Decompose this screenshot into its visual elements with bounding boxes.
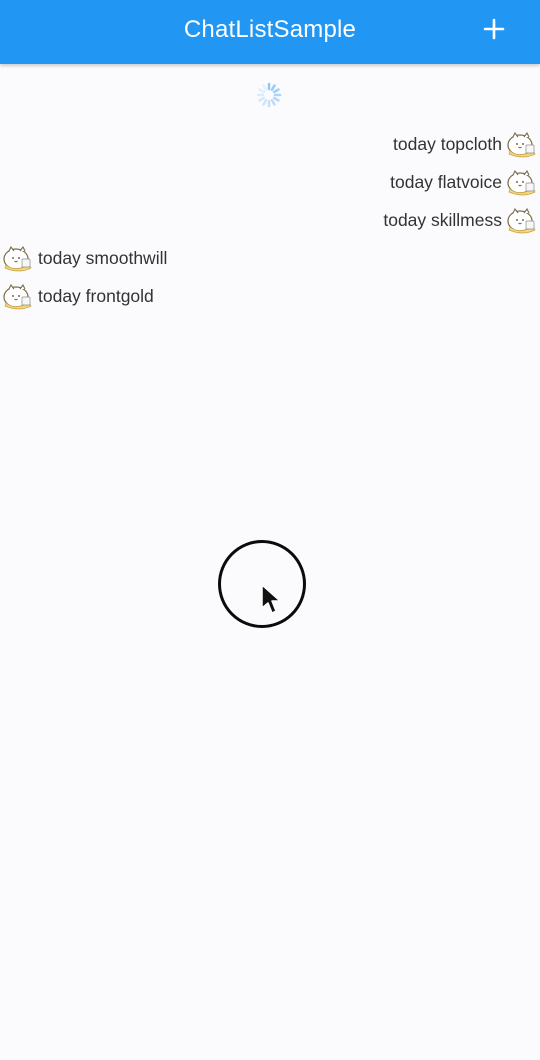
chat-list-screen: ChatListSample today topcloth today flat… xyxy=(0,0,540,1060)
message-item: today smoothwill xyxy=(2,243,167,273)
message-item: today skillmess xyxy=(383,205,538,235)
message-item: today frontgold xyxy=(2,281,154,311)
plus-icon xyxy=(483,18,505,40)
cat-avatar-icon xyxy=(3,245,32,272)
cat-avatar-icon xyxy=(507,131,536,158)
message-text: today topcloth xyxy=(393,133,502,154)
add-message-button[interactable] xyxy=(482,17,506,41)
page-title: ChatListSample xyxy=(183,16,357,43)
message-text: today smoothwill xyxy=(38,247,168,268)
message-item: today topcloth xyxy=(393,129,538,159)
cat-avatar-icon xyxy=(3,283,32,310)
message-text: today flatvoice xyxy=(390,171,502,192)
message-item: today flatvoice xyxy=(390,167,538,197)
mouse-pointer-icon xyxy=(261,584,281,614)
message-text: today skillmess xyxy=(383,209,502,230)
loading-spinner-icon xyxy=(256,82,282,108)
spinner-graphic xyxy=(256,82,282,108)
message-text: today frontgold xyxy=(38,285,154,306)
cat-avatar-icon xyxy=(507,207,536,234)
cat-avatar-icon xyxy=(507,169,536,196)
app-bar: ChatListSample xyxy=(0,0,540,64)
